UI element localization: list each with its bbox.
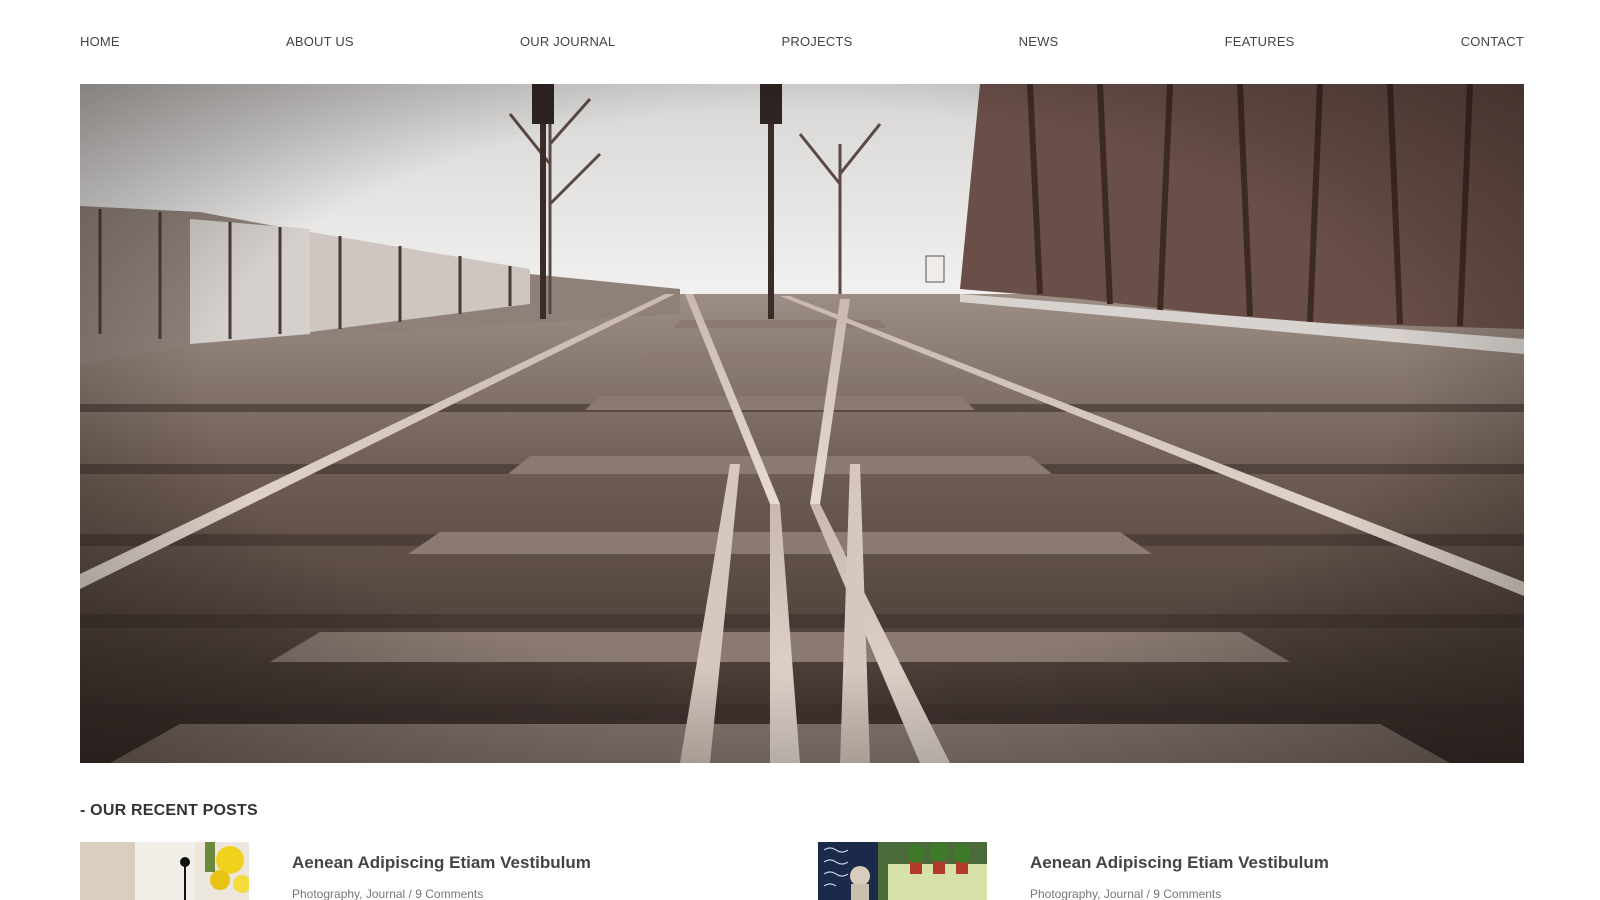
nav-item-our-journal[interactable]: OUR JOURNAL: [520, 34, 615, 49]
post-thumbnail[interactable]: [818, 842, 987, 900]
meta-slash: /: [405, 887, 416, 900]
post-meta: Photography, Journal / 9 Comments: [292, 887, 483, 900]
post-category-journal[interactable]: Journal: [366, 887, 405, 900]
nav-item-news[interactable]: NEWS: [1019, 34, 1059, 49]
nav-item-projects[interactable]: PROJECTS: [782, 34, 853, 49]
post-title[interactable]: Aenean Adipiscing Etiam Vestibulum: [1030, 853, 1490, 873]
meta-slash: /: [1143, 887, 1154, 900]
post-comments-link[interactable]: 9 Comments: [1153, 887, 1221, 900]
post-category-photography[interactable]: Photography: [1030, 887, 1097, 900]
post-category-photography[interactable]: Photography: [292, 887, 359, 900]
page: HOME ABOUT US OUR JOURNAL PROJECTS NEWS …: [0, 0, 1600, 900]
meta-separator: ,: [1097, 887, 1101, 900]
post-category-journal[interactable]: Journal: [1104, 887, 1143, 900]
main-nav: HOME ABOUT US OUR JOURNAL PROJECTS NEWS …: [80, 0, 1524, 82]
nav-item-home[interactable]: HOME: [80, 34, 120, 49]
meta-separator: ,: [359, 887, 363, 900]
post-title[interactable]: Aenean Adipiscing Etiam Vestibulum: [292, 853, 752, 873]
recent-posts-title: - OUR RECENT POSTS: [80, 802, 258, 819]
post-thumbnail[interactable]: [80, 842, 249, 900]
hero-image: [80, 84, 1524, 763]
nav-item-contact[interactable]: CONTACT: [1461, 34, 1524, 49]
post-comments-link[interactable]: 9 Comments: [415, 887, 483, 900]
nav-item-features[interactable]: FEATURES: [1225, 34, 1295, 49]
post-meta: Photography, Journal / 9 Comments: [1030, 887, 1221, 900]
nav-item-about-us[interactable]: ABOUT US: [286, 34, 354, 49]
